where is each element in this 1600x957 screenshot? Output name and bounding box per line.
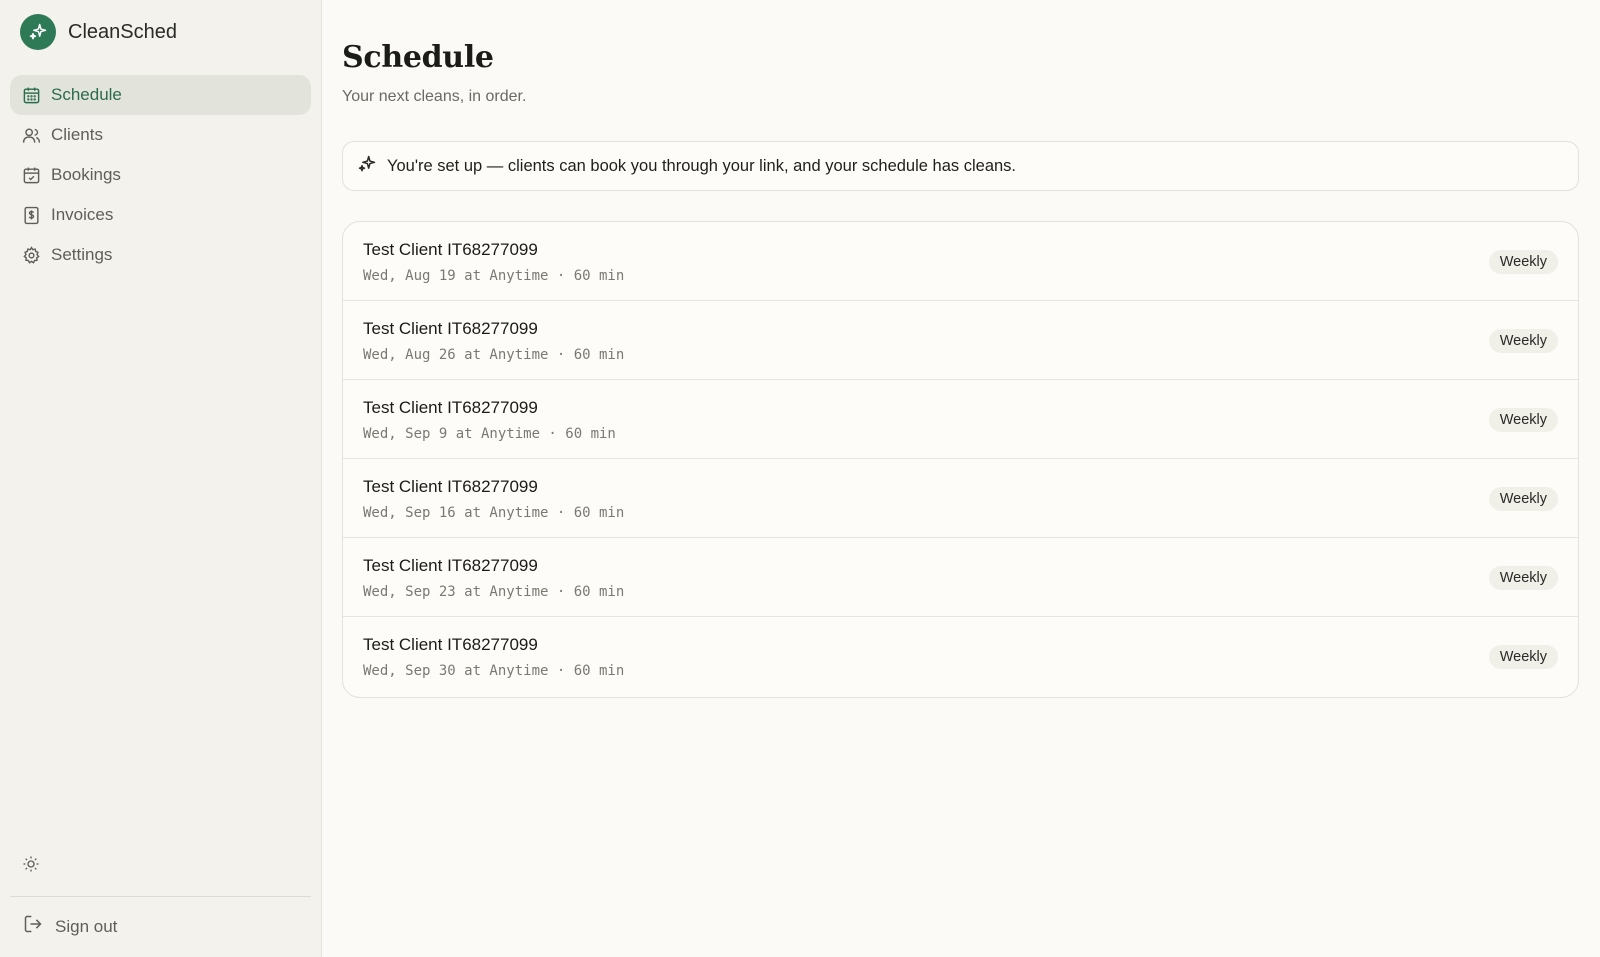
theme-toggle-button[interactable] [20, 855, 42, 877]
sidebar-item-label: Invoices [51, 205, 114, 224]
clean-datetime: Wed, Sep 9 at Anytime · 60 min [363, 426, 616, 442]
sidebar-divider [10, 896, 311, 897]
list-item[interactable]: Test Client IT68277099 Wed, Aug 19 at An… [343, 222, 1578, 301]
brand[interactable]: CleanSched [10, 0, 311, 64]
sidebar-item-label: Clients [51, 125, 103, 144]
list-item[interactable]: Test Client IT68277099 Wed, Sep 23 at An… [343, 538, 1578, 617]
sparkle-icon [357, 154, 377, 179]
page-title: Schedule [342, 40, 494, 75]
sidebar-item-label: Settings [51, 245, 113, 264]
sign-out-icon [23, 914, 43, 939]
sidebar: CleanSched Schedule Clients Bookings Inv… [0, 0, 322, 957]
clean-datetime: Wed, Sep 16 at Anytime · 60 min [363, 505, 625, 521]
invoice-dollar-icon [21, 205, 41, 225]
frequency-badge: Weekly [1488, 487, 1558, 511]
setup-notice: You're set up — clients can book you thr… [342, 141, 1579, 191]
sign-out-label: Sign out [55, 916, 118, 936]
clean-client-name: Test Client IT68277099 [363, 635, 538, 654]
list-item[interactable]: Test Client IT68277099 Wed, Sep 16 at An… [343, 459, 1578, 538]
list-item[interactable]: Test Client IT68277099 Wed, Sep 9 at Any… [343, 380, 1578, 459]
clean-client-name: Test Client IT68277099 [363, 240, 538, 259]
clean-client-name: Test Client IT68277099 [363, 477, 538, 496]
sparkle-logo-icon [20, 14, 56, 50]
frequency-badge: Weekly [1488, 645, 1558, 669]
schedule-list: Test Client IT68277099 Wed, Aug 19 at An… [342, 221, 1579, 698]
list-item[interactable]: Test Client IT68277099 Wed, Sep 30 at An… [343, 617, 1578, 697]
clean-client-name: Test Client IT68277099 [363, 319, 538, 338]
sidebar-item-invoices[interactable]: Invoices [10, 195, 311, 235]
clean-datetime: Wed, Aug 19 at Anytime · 60 min [363, 268, 625, 284]
sun-icon [22, 855, 40, 878]
frequency-badge: Weekly [1488, 329, 1558, 353]
list-item[interactable]: Test Client IT68277099 Wed, Aug 26 at An… [343, 301, 1578, 380]
frequency-badge: Weekly [1488, 250, 1558, 274]
calendar-check-icon [21, 165, 41, 185]
setup-notice-text: You're set up — clients can book you thr… [387, 156, 1017, 175]
page-subtitle: Your next cleans, in order. [342, 88, 527, 105]
sidebar-item-clients[interactable]: Clients [10, 115, 311, 155]
sidebar-item-settings[interactable]: Settings [10, 235, 311, 275]
sidebar-item-bookings[interactable]: Bookings [10, 155, 311, 195]
clean-datetime: Wed, Sep 23 at Anytime · 60 min [363, 584, 625, 600]
clean-datetime: Wed, Sep 30 at Anytime · 60 min [363, 663, 625, 679]
app-name: CleanSched [68, 20, 177, 43]
sidebar-item-label: Bookings [51, 165, 121, 184]
sidebar-item-schedule[interactable]: Schedule [10, 75, 311, 115]
clean-datetime: Wed, Aug 26 at Anytime · 60 min [363, 347, 625, 363]
frequency-badge: Weekly [1488, 566, 1558, 590]
app-root: CleanSched Schedule Clients Bookings Inv… [0, 0, 1600, 957]
sign-out-button[interactable]: Sign out [23, 914, 117, 939]
calendar-grid-icon [21, 85, 41, 105]
main-content: Schedule Your next cleans, in order. You… [322, 0, 1600, 957]
frequency-badge: Weekly [1488, 408, 1558, 432]
clean-client-name: Test Client IT68277099 [363, 556, 538, 575]
clean-client-name: Test Client IT68277099 [363, 398, 538, 417]
sidebar-item-label: Schedule [51, 85, 122, 104]
sidebar-nav: Schedule Clients Bookings Invoices Setti… [10, 75, 311, 275]
gear-icon [21, 245, 41, 265]
users-icon [21, 125, 41, 145]
